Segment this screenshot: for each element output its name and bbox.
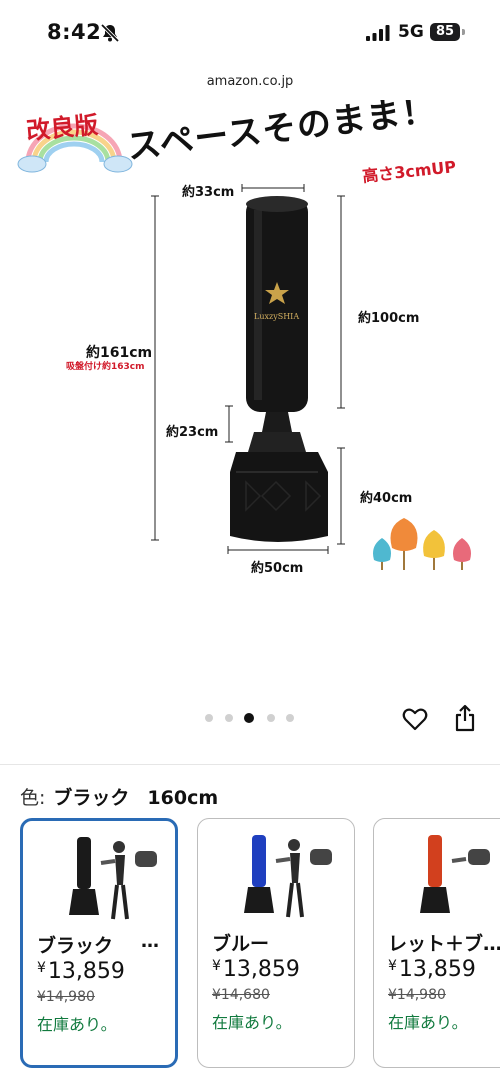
- dim-base-width: 約50cm: [251, 561, 304, 576]
- variant-price-value: 13,859: [222, 957, 300, 982]
- carousel-dot[interactable]: [267, 714, 275, 722]
- variant-name: レット＋ブ…: [388, 933, 500, 955]
- variant-price-value: 13,859: [47, 959, 125, 984]
- variant-thumbnail: [69, 837, 157, 920]
- variant-thumbnail: [244, 835, 332, 918]
- brand-logo-text: LuxzySHIA: [254, 312, 300, 321]
- variant-name-more: …: [141, 931, 159, 952]
- variant-stock: 在庫あり。: [388, 1013, 468, 1032]
- battery-icon: 85: [430, 23, 460, 41]
- dim-base-height: 約40cm: [360, 491, 413, 506]
- dim-top-width: 約33cm: [182, 185, 235, 200]
- variant-price-value: 13,859: [398, 957, 476, 982]
- carousel-dot-active[interactable]: [244, 713, 254, 723]
- product-image[interactable]: 改良版 スペースそのまま！ 高さ3cmUP LuxzySHIA 約33cm 約1…: [14, 100, 486, 580]
- selected-color: ブラック: [53, 787, 130, 809]
- improved-badge: 改良版: [25, 109, 100, 146]
- variant-card-black[interactable]: ブラック … ¥13,859 ¥14,980 在庫あり。: [20, 818, 178, 1068]
- variant-list-price: ¥14,980: [388, 987, 446, 1003]
- variant-stock: 在庫あり。: [37, 1015, 117, 1034]
- variant-thumbnail: [420, 835, 490, 913]
- variant-list-price: ¥14,680: [212, 987, 270, 1003]
- variant-name: ブルー: [212, 933, 270, 955]
- currency-symbol: ¥: [388, 958, 397, 974]
- variant-list-price: ¥14,980: [37, 989, 95, 1005]
- color-selection-row: 色: ブラック 160cm: [20, 783, 218, 810]
- variant-name: ブラック: [37, 935, 114, 957]
- variant-card-red[interactable]: レット＋ブ… ¥13,859 ¥14,980 在庫あり。: [373, 818, 500, 1068]
- carousel-dot[interactable]: [205, 714, 213, 722]
- variant-card-blue[interactable]: ブルー ¥13,859 ¥14,680 在庫あり。: [197, 818, 355, 1068]
- dim-neck-height: 約23cm: [166, 425, 219, 440]
- heart-icon[interactable]: [402, 706, 428, 732]
- dim-bag-height: 約100cm: [358, 311, 420, 326]
- carousel-dot[interactable]: [286, 714, 294, 722]
- variant-price: ¥13,859: [37, 959, 125, 984]
- status-bar: 8:42 5G 85: [0, 0, 500, 64]
- address-bar[interactable]: amazon.co.jp: [0, 74, 500, 89]
- share-icon[interactable]: [453, 704, 477, 732]
- section-divider: [0, 764, 500, 765]
- variant-stock: 在庫あり。: [212, 1013, 292, 1032]
- signal-icon: [366, 25, 390, 41]
- currency-symbol: ¥: [212, 958, 221, 974]
- variant-price: ¥13,859: [388, 957, 476, 982]
- dim-total-height-suction: 吸盤付け約163cm: [66, 362, 145, 372]
- battery-cap: [462, 29, 465, 35]
- variant-price: ¥13,859: [212, 957, 300, 982]
- trees-icon: [373, 518, 471, 570]
- selected-size: 160cm: [147, 787, 219, 809]
- clock: 8:42: [47, 20, 102, 44]
- punching-bag: [230, 196, 328, 542]
- bell-slash-icon: [100, 23, 120, 43]
- currency-symbol: ¥: [37, 960, 46, 976]
- color-label: 色:: [20, 787, 46, 809]
- carousel-dot[interactable]: [225, 714, 233, 722]
- network-type: 5G: [398, 22, 424, 42]
